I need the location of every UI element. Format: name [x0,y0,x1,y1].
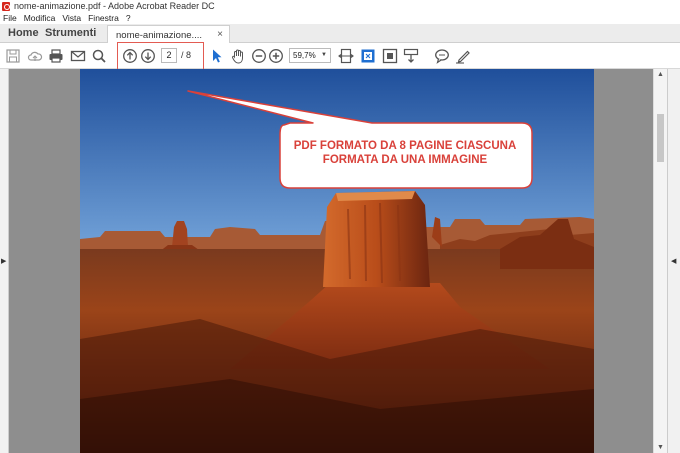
title-bar: nome-animazione.pdf - Adobe Acrobat Read… [0,0,680,12]
left-panel-toggle[interactable]: ▶ [0,69,9,453]
tab-tools[interactable]: Strumenti [45,27,96,39]
menu-bar: File Modifica Vista Finestra ? [0,12,680,24]
fit-width-icon[interactable] [338,48,354,64]
collapse-right-icon[interactable]: ◀ [671,257,676,265]
hand-tool-icon[interactable] [230,48,246,64]
window-title: nome-animazione.pdf - Adobe Acrobat Read… [14,1,215,11]
scroll-mode-icon[interactable] [403,48,419,64]
vertical-scrollbar[interactable]: ▲ ▼ [653,69,667,453]
right-panel-toggle[interactable]: ◀ [667,69,680,453]
zoom-select[interactable]: 59,7% ▼ [289,48,331,63]
search-icon[interactable] [91,48,107,64]
tab-home[interactable]: Home [8,27,39,39]
comment-icon[interactable] [434,48,450,64]
select-cursor-icon[interactable] [209,48,225,64]
menu-file[interactable]: File [3,13,17,23]
save-icon[interactable] [5,48,21,64]
callout-line-2: FORMATA DA UNA IMMAGINE [322,154,488,166]
pdf-page [80,69,594,453]
tab-document-label: nome-animazione.... [116,30,203,41]
menu-finestra[interactable]: Finestra [88,13,119,23]
print-icon[interactable] [48,48,64,64]
upload-icon[interactable] [27,48,43,64]
menu-help[interactable]: ? [126,13,131,23]
sign-icon[interactable] [455,48,471,64]
zoom-out-icon[interactable] [251,48,267,64]
menu-vista[interactable]: Vista [62,13,81,23]
scrollbar-thumb[interactable] [657,114,664,162]
scroll-down-icon[interactable]: ▼ [657,444,664,451]
fit-page-icon[interactable] [360,48,376,64]
toolbar: 2 / 8 59,7% ▼ [0,43,680,69]
chevron-down-icon: ▼ [321,52,327,58]
scroll-up-icon[interactable]: ▲ [657,71,664,78]
zoom-in-icon[interactable] [268,48,284,64]
email-icon[interactable] [70,48,86,64]
tab-bar: Home Strumenti nome-animazione.... × [0,24,680,44]
expand-left-icon[interactable]: ▶ [1,257,6,265]
callout-text: PDF FORMATO DA 8 PAGINE CIASCUNA FORMATA… [282,139,528,167]
callout-line-1: PDF FORMATO DA 8 PAGINE CIASCUNA [293,140,517,152]
close-tab-icon[interactable]: × [217,29,223,40]
menu-modifica[interactable]: Modifica [24,13,56,23]
zoom-value: 59,7% [293,51,316,60]
acrobat-icon [2,1,10,11]
desert-butte-image [80,69,594,453]
full-screen-icon[interactable] [382,48,398,64]
